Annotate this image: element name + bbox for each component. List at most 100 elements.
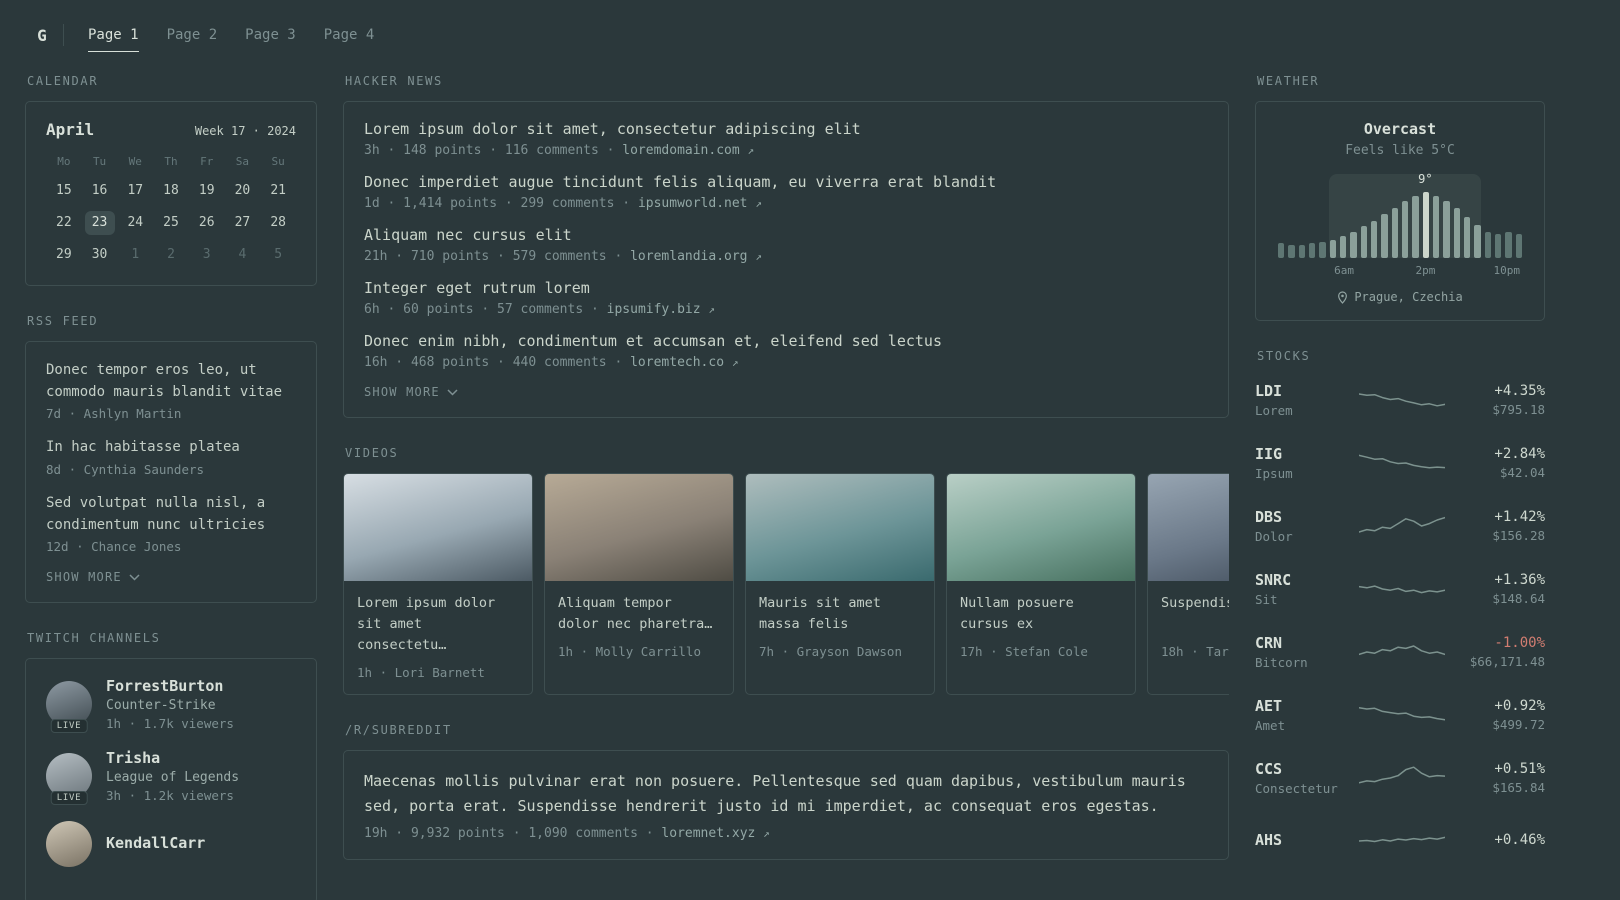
stock-change: +0.51% [1494,761,1545,777]
video-body: Suspendisse diam 18h · Tara [1148,581,1229,673]
location-pin-icon [1338,290,1348,304]
avatar: LIVE [46,753,92,806]
stock-row[interactable]: DBS Dolor +1.42% $156.28 [1255,502,1545,550]
calendar-day: 16 [91,183,108,198]
stock-sparkline [1359,385,1445,415]
rss-item: In hac habitasse platea 8d · Cynthia Sau… [46,437,296,477]
weather-condition: Overcast [1363,120,1437,138]
video-card[interactable]: Suspendisse diam 18h · Tara [1147,473,1229,695]
external-link-icon: ↗ [755,197,762,210]
stock-price: $165.84 [1492,780,1545,795]
stock-ticker: CCS [1255,760,1283,778]
external-link-icon: ↗ [763,827,770,841]
stock-symbol-block: AET Amet [1255,697,1349,733]
left-column: CALENDAR April Week 17 · 2024 Mo Tu We Th Fr… [25,74,317,900]
hn-item: Integer eget rutrum lorem 6h · 60 points… [364,279,1208,317]
hn-story-link[interactable]: Donec imperdiet augue tincidunt felis al… [364,173,1208,191]
stock-row[interactable]: AHS +0.46% [1255,817,1545,865]
rss-article-link[interactable]: In hac habitasse platea [46,437,296,459]
weather-hour-bar [1463,217,1471,258]
weather-hour-bar [1391,207,1398,258]
calendar-day-name: Tu [92,155,107,168]
calendar-widget: CALENDAR April Week 17 · 2024 Mo Tu We Th Fr… [25,74,317,286]
hn-meta-text: 21h · 710 points · 579 comments · [364,249,623,264]
weather-hour-bar [1453,207,1460,258]
weather-peak-label: 9° [1418,172,1433,186]
twitch-channel-link[interactable]: LIVE ForrestBurton Counter-Strike 1h · 1… [46,677,296,734]
video-card[interactable]: Lorem ipsum dolor sit amet consectetu… 1… [343,473,533,695]
stock-price: $499.72 [1492,717,1545,732]
stock-row[interactable]: AET Amet +0.92% $499.72 [1255,691,1545,739]
hn-domain-link[interactable]: loremtech.co ↗ [630,355,738,370]
rss-article-link[interactable]: Donec tempor eros leo, ut commodo mauris… [46,360,296,403]
video-meta: 1h · Molly Carrillo [558,644,701,659]
top-nav: G Page 1 Page 2 Page 3 Page 4 [25,8,1620,62]
twitch-channel-link[interactable]: LIVE Trisha League of Legends 3h · 1.2k … [46,749,296,806]
hn-meta-text: 1d · 1,414 points · 299 comments · [364,196,631,211]
hn-story-link[interactable]: Integer eget rutrum lorem [364,279,1208,297]
stock-change: +1.42% [1494,509,1545,525]
hn-story-link[interactable]: Lorem ipsum dolor sit amet, consectetur … [364,120,1208,138]
calendar-day: 28 [270,215,286,230]
hn-story-link[interactable]: Donec enim nibh, condimentum et accumsan… [364,332,1208,350]
stock-values-block: +1.42% $156.28 [1455,509,1545,543]
stock-row[interactable]: IIG Ipsum +2.84% $42.04 [1255,439,1545,487]
videos-row: Lorem ipsum dolor sit amet consectetu… 1… [343,473,1229,695]
rss-show-more-button[interactable]: SHOW MORE [46,570,296,584]
calendar-day: 1 [131,247,140,262]
calendar-day: 15 [56,183,72,198]
hn-show-more-button[interactable]: SHOW MORE [364,385,1208,399]
stock-sparkline [1359,574,1445,604]
weather-hour-bar [1494,234,1502,258]
hn-story-meta: 6h · 60 points · 57 comments · ipsumify.… [364,302,1208,317]
calendar-day: 5 [274,247,283,262]
subreddit-post-link[interactable]: Maecenas mollis pulvinar erat non posuer… [364,769,1208,819]
tab-page-3[interactable]: Page 3 [231,19,310,51]
channel-name: Trisha [106,749,161,768]
tab-page-2[interactable]: Page 2 [153,19,232,51]
show-more-label: SHOW MORE [364,385,440,399]
twitch-channel-link[interactable]: LIVE KendallCarr [46,821,296,868]
hn-story-link[interactable]: Aliquam nec cursus elit [364,226,1208,244]
video-card[interactable]: Mauris sit amet massa felis 7h · Grayson… [745,473,935,695]
stock-symbol-block: DBS Dolor [1255,508,1349,544]
video-card[interactable]: Aliquam tempor dolor nec pharetra… 1h · … [544,473,734,695]
calendar-day: 23 [84,211,115,235]
subreddit-domain-link[interactable]: loremnet.xyz ↗ [661,826,769,841]
video-thumbnail [545,474,733,581]
weather-hour-bar [1412,195,1419,258]
hn-domain-link[interactable]: ipsumworld.net ↗ [638,196,762,211]
hn-domain-link[interactable]: loremdomain.com ↗ [622,143,754,158]
calendar-day: 30 [91,247,108,262]
rss-article-link[interactable]: Sed volutpat nulla nisl, a condimentum n… [46,493,296,536]
rss-article-meta: 7d · Ashlyn Martin [46,406,182,422]
video-card[interactable]: Nullam posuere cursus ex 17h · Stefan Co… [946,473,1136,695]
tab-page-1[interactable]: Page 1 [74,19,153,52]
calendar-day: 27 [234,215,251,230]
stock-row[interactable]: LDI Lorem +4.35% $795.18 [1255,376,1545,424]
subreddit-meta-text: 19h · 9,932 points · 1,090 comments · [364,826,654,842]
channel-game: League of Legends [106,770,240,786]
external-link-icon: ↗ [731,356,739,369]
video-meta: 17h · Stefan Cole [960,644,1088,659]
stock-change: -1.00% [1494,635,1545,651]
stock-ticker: LDI [1255,382,1283,400]
stock-row[interactable]: CCS Consectetur +0.51% $165.84 [1255,754,1545,802]
hn-domain-link[interactable]: loremlandia.org ↗ [630,249,762,264]
stock-values-block: +0.51% $165.84 [1455,761,1545,795]
calendar-day: 21 [270,183,286,198]
live-badge: LIVE [50,791,88,806]
rss-item: Sed volutpat nulla nisl, a condimentum n… [46,493,296,554]
hn-domain-link[interactable]: ipsumify.biz ↗ [607,302,715,317]
rss-widget: RSS FEED Donec tempor eros leo, ut commo… [25,314,317,604]
stock-symbol-block: LDI Lorem [1255,382,1349,418]
subreddit-widget-title: /R/SUBREDDIT [345,722,452,737]
stock-row[interactable]: SNRC Sit +1.36% $148.64 [1255,565,1545,613]
time-label: 10pm [1493,264,1521,277]
tab-page-4[interactable]: Page 4 [310,19,389,51]
weather-hour-bar [1288,244,1295,258]
stock-row[interactable]: CRN Bitcorn -1.00% $66,171.48 [1255,628,1545,676]
weather-location: Prague, Czechia [1272,290,1528,304]
weather-hour-bar [1319,241,1326,258]
hn-item: Lorem ipsum dolor sit amet, consectetur … [364,120,1208,158]
